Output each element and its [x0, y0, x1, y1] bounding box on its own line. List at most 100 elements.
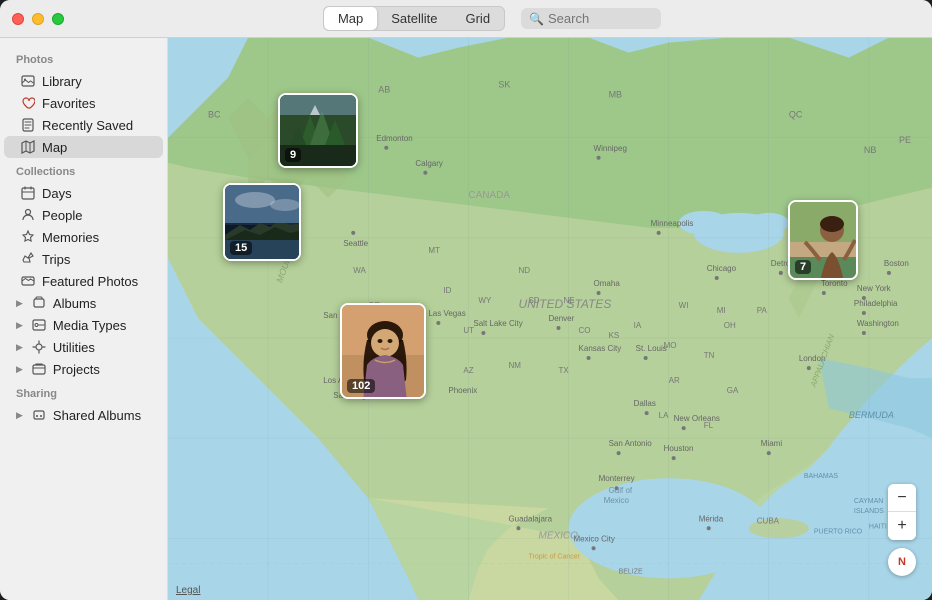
sidebar-item-library[interactable]: Library [4, 70, 163, 92]
map-controls: − + N [888, 484, 916, 576]
sidebar-item-recently-saved[interactable]: Recently Saved [4, 114, 163, 136]
favorites-label: Favorites [42, 96, 95, 111]
photo-cluster-4[interactable]: 102 [340, 303, 426, 399]
svg-text:WI: WI [679, 301, 689, 310]
svg-text:ND: ND [518, 266, 530, 275]
tab-grid[interactable]: Grid [451, 7, 504, 30]
sidebar: Photos Library Favorites Recently Saved [0, 38, 168, 600]
sidebar-group-albums[interactable]: ▶ Albums [4, 292, 163, 314]
svg-text:St. Louis: St. Louis [636, 344, 667, 353]
cluster4-count: 102 [347, 379, 375, 393]
svg-text:MT: MT [428, 246, 440, 255]
svg-text:NM: NM [508, 361, 521, 370]
zoom-out-button[interactable]: − [888, 484, 916, 512]
svg-text:TX: TX [559, 366, 570, 375]
svg-text:San Antonio: San Antonio [609, 439, 653, 448]
sidebar-item-days[interactable]: Days [4, 182, 163, 204]
svg-text:PE: PE [899, 135, 911, 145]
memories-icon [20, 229, 36, 245]
cluster1-count: 9 [285, 148, 301, 162]
map-icon [20, 139, 36, 155]
projects-chevron-icon: ▶ [16, 364, 23, 375]
svg-text:Minneapolis: Minneapolis [651, 219, 694, 228]
view-tabs: Map Satellite Grid [323, 6, 505, 31]
minimize-button[interactable] [32, 13, 44, 25]
tab-map[interactable]: Map [324, 7, 377, 30]
days-label: Days [42, 186, 72, 201]
svg-text:MI: MI [717, 306, 726, 315]
svg-text:Seattle: Seattle [343, 239, 368, 248]
svg-text:OH: OH [724, 321, 736, 330]
albums-icon [31, 295, 47, 311]
close-button[interactable] [12, 13, 24, 25]
svg-text:HAITI: HAITI [869, 523, 887, 530]
library-label: Library [42, 74, 82, 89]
svg-text:Houston: Houston [664, 444, 694, 453]
map-area[interactable]: BERMUDA UNITED STATES CANADA MEXICO Gulf… [168, 38, 932, 600]
fullscreen-button[interactable] [52, 13, 64, 25]
svg-text:Boston: Boston [884, 259, 909, 268]
utilities-icon [31, 339, 47, 355]
svg-text:FL: FL [704, 421, 714, 430]
compass-button[interactable]: N [888, 548, 916, 576]
svg-text:Edmonton: Edmonton [376, 134, 412, 143]
svg-text:Tropic of Cancer: Tropic of Cancer [528, 553, 580, 560]
trips-icon [20, 251, 36, 267]
svg-text:AR: AR [669, 376, 680, 385]
sidebar-item-map[interactable]: Map [4, 136, 163, 158]
svg-text:Calgary: Calgary [415, 159, 443, 168]
sidebar-item-memories[interactable]: Memories [4, 226, 163, 248]
sidebar-item-favorites[interactable]: Favorites [4, 92, 163, 114]
svg-text:Gulf of: Gulf of [609, 486, 633, 495]
memories-label: Memories [42, 230, 99, 245]
svg-text:Mexico: Mexico [604, 496, 630, 505]
map-label: Map [42, 140, 67, 155]
sidebar-group-media-types[interactable]: ▶ Media Types [4, 314, 163, 336]
sidebar-item-trips[interactable]: Trips [4, 248, 163, 270]
photo-cluster-3[interactable]: 7 [788, 200, 858, 280]
tab-satellite[interactable]: Satellite [377, 7, 451, 30]
sidebar-item-featured-photos[interactable]: Featured Photos [4, 270, 163, 292]
photo-cluster-1[interactable]: 9 [278, 93, 358, 168]
svg-text:MB: MB [609, 90, 623, 100]
svg-text:Winnipeg: Winnipeg [594, 144, 627, 153]
photo-cluster-2[interactable]: 15 [223, 183, 301, 261]
svg-text:BELIZE: BELIZE [619, 568, 643, 575]
sidebar-group-utilities[interactable]: ▶ Utilities [4, 336, 163, 358]
svg-text:MO: MO [664, 341, 677, 350]
title-bar: Map Satellite Grid 🔍 [0, 0, 932, 38]
search-input[interactable] [548, 11, 653, 26]
cluster2-count: 15 [230, 241, 252, 255]
featured-photos-icon [20, 273, 36, 289]
svg-text:Phoenix: Phoenix [448, 386, 477, 395]
sharing-section-label: Sharing [0, 380, 167, 404]
sidebar-group-projects[interactable]: ▶ Projects [4, 358, 163, 380]
svg-text:TN: TN [704, 351, 715, 360]
title-center: Map Satellite Grid 🔍 [64, 6, 920, 31]
svg-text:Monterrey: Monterrey [599, 474, 635, 483]
sidebar-item-people[interactable]: People [4, 204, 163, 226]
zoom-controls: − + [888, 484, 916, 540]
svg-text:QC: QC [789, 110, 803, 120]
svg-text:Miami: Miami [761, 439, 783, 448]
zoom-in-button[interactable]: + [888, 512, 916, 540]
svg-text:Denver: Denver [548, 314, 574, 323]
media-types-chevron-icon: ▶ [16, 320, 23, 331]
svg-text:Washington: Washington [857, 319, 899, 328]
legal-link[interactable]: Legal [176, 585, 200, 596]
main-content: Photos Library Favorites Recently Saved [0, 38, 932, 600]
media-types-label: Media Types [53, 318, 126, 333]
svg-text:PUERTO RICO: PUERTO RICO [814, 528, 863, 535]
svg-text:KS: KS [609, 331, 620, 340]
recently-saved-icon [20, 117, 36, 133]
svg-text:MEXICO: MEXICO [538, 530, 578, 541]
svg-text:GA: GA [727, 386, 739, 395]
favorites-icon [20, 95, 36, 111]
sidebar-group-shared-albums[interactable]: ▶ Shared Albums [4, 404, 163, 426]
shared-albums-chevron-icon: ▶ [16, 410, 23, 421]
svg-text:CAYMAN: CAYMAN [854, 498, 883, 505]
search-box[interactable]: 🔍 [521, 8, 661, 29]
people-label: People [42, 208, 82, 223]
svg-text:BC: BC [208, 110, 221, 120]
svg-text:SK: SK [498, 80, 510, 90]
